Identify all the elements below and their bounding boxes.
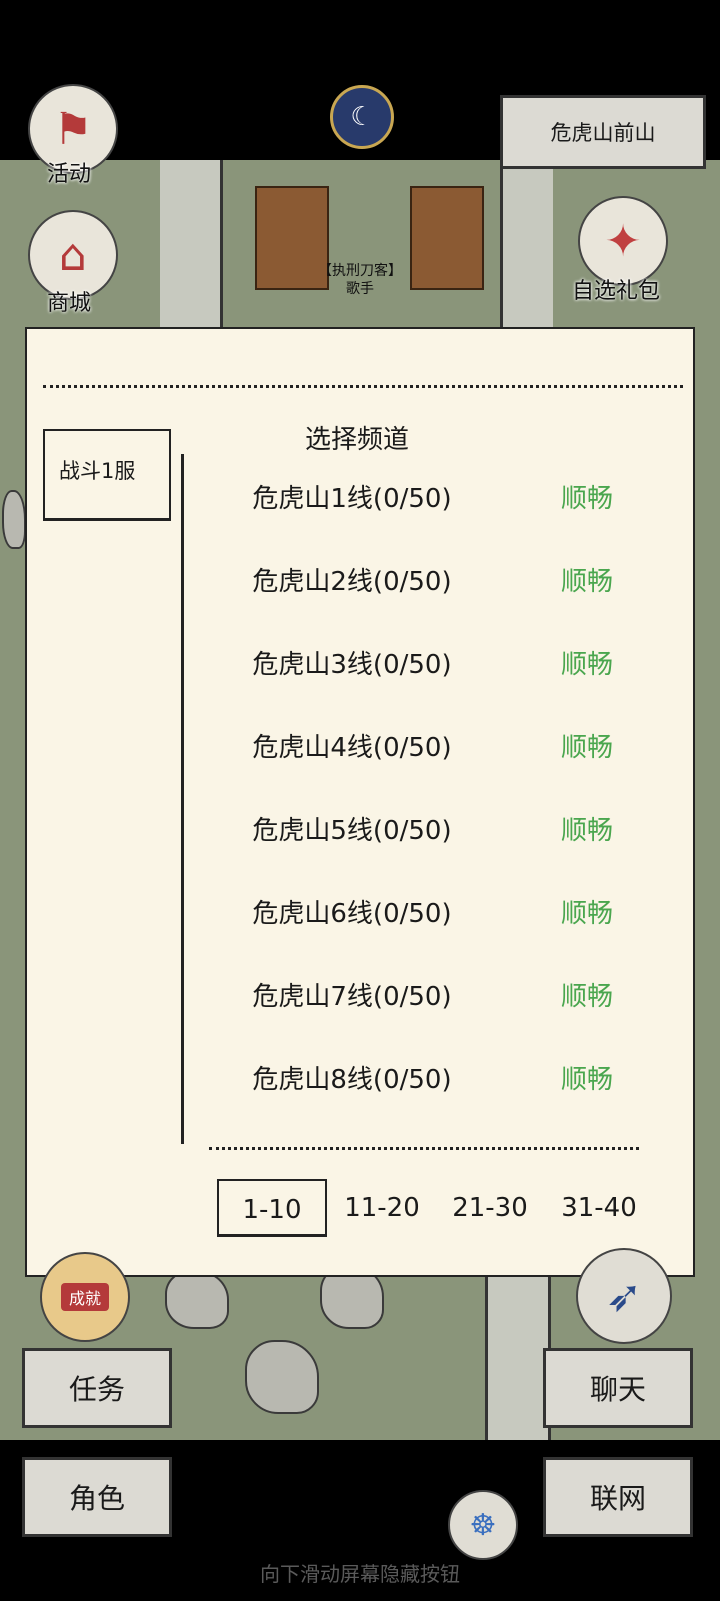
page-tab-31-40[interactable]: 31-40 [544, 1179, 654, 1237]
npc-name: 歌手 [346, 281, 374, 297]
channel-row[interactable]: 危虎山8线(0/50) 顺畅 [217, 1050, 657, 1110]
channel-status: 顺畅 [560, 816, 613, 846]
channel-row[interactable]: 危虎山2线(0/50) 顺畅 [217, 552, 657, 612]
rock [245, 1340, 319, 1414]
meditate-icon: ☸ [469, 1507, 497, 1543]
runner-icon: ➶ [605, 1270, 643, 1322]
flag-icon: ⚑ [53, 103, 93, 155]
channel-name: 危虎山8线(0/50) [252, 1065, 452, 1095]
network-button[interactable]: 联网 [543, 1457, 693, 1537]
cliff [485, 1255, 551, 1440]
channel-name: 危虎山2线(0/50) [252, 567, 452, 597]
channel-row[interactable]: 危虎山3线(0/50) 顺畅 [217, 635, 657, 695]
divider [209, 1147, 639, 1150]
location-button[interactable]: 危虎山前山 [500, 95, 706, 169]
page-tab-1-10[interactable]: 1-10 [217, 1179, 327, 1237]
channel-status: 顺畅 [560, 650, 613, 680]
task-button[interactable]: 任务 [22, 1348, 172, 1428]
channel-name: 危虎山7线(0/50) [252, 982, 452, 1012]
achievement-badge: 成就 [60, 1283, 109, 1311]
channel-name: 危虎山6线(0/50) [252, 899, 452, 929]
npc-title: 【执刑刀客】 [318, 263, 402, 279]
hide-buttons-hint: 向下滑动屏幕隐藏按钮 [260, 1562, 460, 1586]
day-night-icon[interactable]: ☾ [330, 85, 394, 149]
activity-label: 活动 [47, 162, 92, 187]
page-tab-21-30[interactable]: 21-30 [435, 1179, 545, 1237]
gift-bag-icon: ✦ [604, 215, 642, 267]
channel-select-dialog: 战斗1服 选择频道 危虎山1线(0/50) 顺畅 危虎山2线(0/50) 顺畅 … [25, 327, 695, 1277]
divider [181, 454, 184, 1144]
channel-row[interactable]: 危虎山5线(0/50) 顺畅 [217, 801, 657, 861]
channel-row[interactable]: 危虎山6线(0/50) 顺畅 [217, 884, 657, 944]
channel-name: 危虎山1线(0/50) [252, 484, 452, 514]
role-button[interactable]: 角色 [22, 1457, 172, 1537]
shop-label: 商城 [47, 291, 92, 316]
cliff [500, 160, 553, 340]
npc-label[interactable]: 【执刑刀客】 歌手 [290, 262, 430, 298]
auto-run-button[interactable]: ➶ [576, 1248, 672, 1344]
channel-status: 顺畅 [560, 567, 613, 597]
channel-name: 危虎山4线(0/50) [252, 733, 452, 763]
meditate-button[interactable]: ☸ [448, 1490, 518, 1560]
page-tab-11-20[interactable]: 11-20 [327, 1179, 437, 1237]
server-tab[interactable]: 战斗1服 [43, 429, 171, 521]
gift-pack-label: 自选礼包 [572, 279, 661, 304]
dialog-title: 选择频道 [304, 425, 409, 455]
channel-status: 顺畅 [560, 1065, 613, 1095]
channel-row[interactable]: 危虎山7线(0/50) 顺畅 [217, 967, 657, 1027]
channel-status: 顺畅 [560, 982, 613, 1012]
divider [43, 385, 683, 388]
achievement-button[interactable]: 成就 [40, 1252, 130, 1342]
rock [2, 490, 26, 549]
channel-name: 危虎山3线(0/50) [252, 650, 452, 680]
shop-icon: ⌂ [59, 229, 87, 281]
cliff [160, 160, 223, 340]
channel-row[interactable]: 危虎山1线(0/50) 顺畅 [217, 469, 657, 529]
channel-row[interactable]: 危虎山4线(0/50) 顺畅 [217, 718, 657, 778]
channel-status: 顺畅 [560, 484, 613, 514]
rock [165, 1270, 229, 1329]
channel-status: 顺畅 [560, 733, 613, 763]
channel-status: 顺畅 [560, 899, 613, 929]
chat-button[interactable]: 聊天 [543, 1348, 693, 1428]
channel-name: 危虎山5线(0/50) [252, 816, 452, 846]
